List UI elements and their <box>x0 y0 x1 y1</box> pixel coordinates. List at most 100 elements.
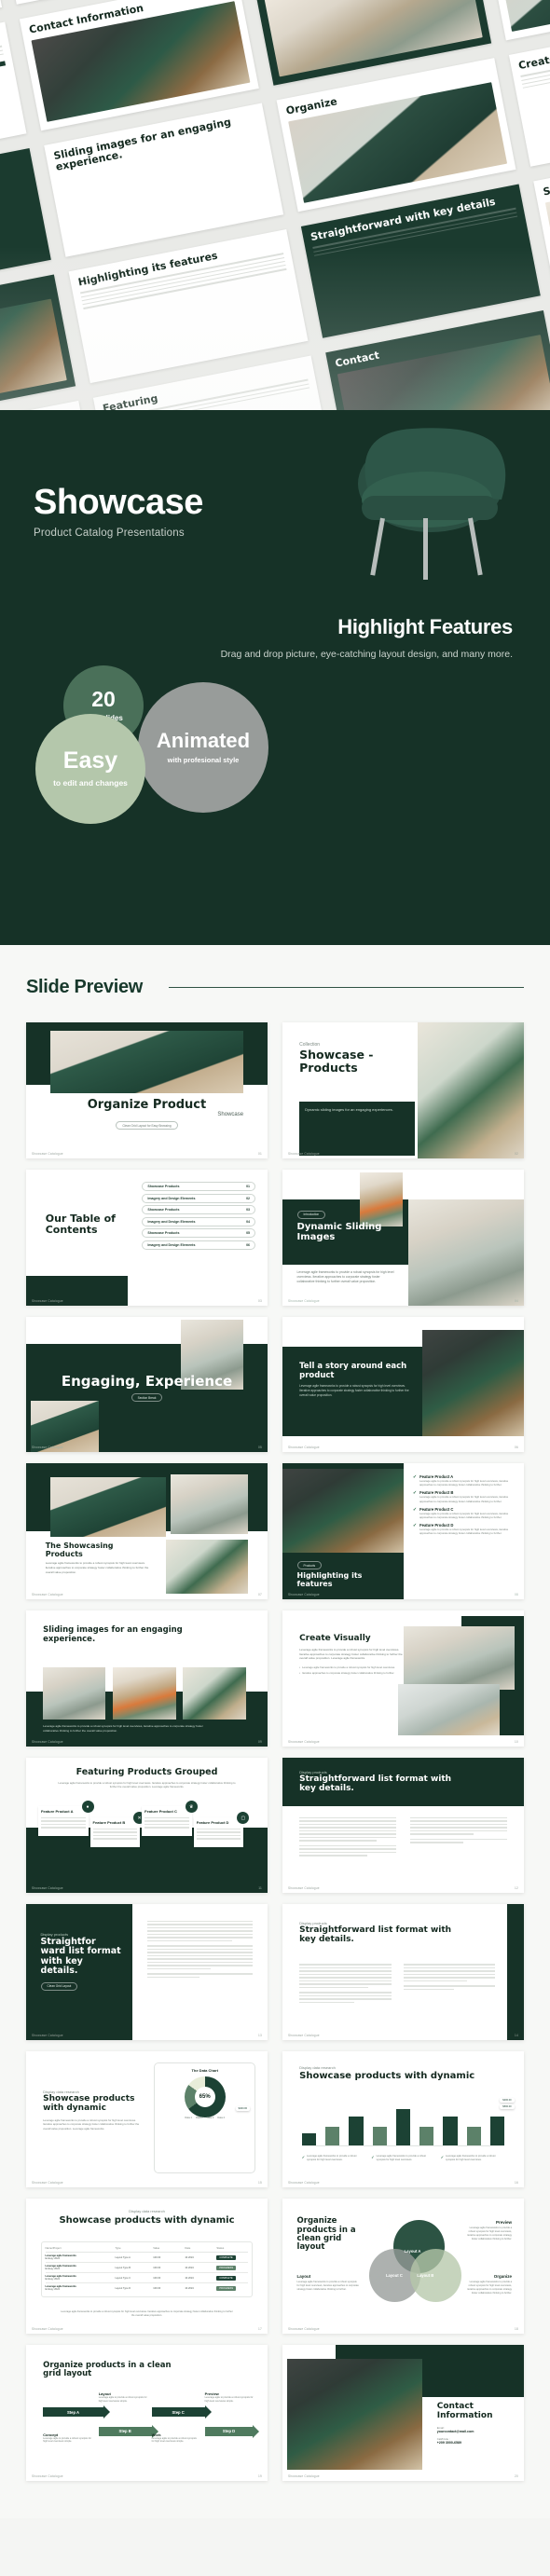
footer-brand: Showcase Catalogue <box>32 2474 63 2479</box>
slide-thumbnail[interactable]: Featuring Products Grouped Leverage agil… <box>26 1757 268 1894</box>
chart-note: Leverage agile frameworks to provide a r… <box>446 2154 496 2161</box>
slide-number: 01 <box>258 1151 262 1156</box>
check-icon: ✓ <box>371 2154 375 2159</box>
feature-body: Leverage agile to provide a robust synop… <box>419 1478 509 1487</box>
slide-thumbnail[interactable]: Tell a story around each product Leverag… <box>282 1316 524 1453</box>
slide-thumbnail[interactable]: Our Table of Contents Showcase Products 0… <box>26 1169 268 1306</box>
cell-sub: Entrepy 2024 <box>45 2278 60 2281</box>
slide-thumbnail[interactable]: Display products Straightforward list fo… <box>282 1904 524 2041</box>
footer-brand: Showcase Catalogue <box>32 1739 63 1744</box>
slide-number: 18 <box>515 2327 518 2332</box>
slide-title: Organize products in a clean grid layout <box>43 2360 172 2379</box>
cell-sub: Entrepy 2024 <box>45 2288 60 2292</box>
slide-title: Engaging, Experience <box>61 1372 233 1390</box>
step-arrow: Step D <box>204 2424 260 2438</box>
cell-type: Layout Type D <box>115 2286 131 2290</box>
slide-body: Dynamic sliding images for an engaging e… <box>305 1106 393 1112</box>
footer-brand: Showcase Catalogue <box>32 2180 63 2185</box>
check-icon: ✓ <box>412 1490 418 1497</box>
slide-thumbnail[interactable]: Collection Showcase - Products Dynamic s… <box>282 1022 524 1158</box>
slide-thumbnail[interactable]: Introduction Dynamic Sliding Images Leve… <box>282 1169 524 1306</box>
slide-eyebrow: Display products <box>299 1769 327 1774</box>
bullet-text: Leverage agile frameworks to provide a r… <box>302 1665 395 1670</box>
features-subtitle: Drag and drop picture, eye-catching layo… <box>220 649 513 660</box>
slide-thumbnail[interactable]: Organize products in a clean grid layout… <box>26 2345 268 2482</box>
slide-thumbnail[interactable]: Display data research Showcase products … <box>26 2198 268 2335</box>
feature-badges: 20 total slides Animated with profesiona… <box>0 665 550 880</box>
badge-animated: Animated with profesional style <box>138 682 268 814</box>
footer-brand: Showcase Catalogue <box>32 2327 63 2332</box>
slide-title: Dynamic Sliding Images <box>296 1221 382 1242</box>
slide-thumbnail[interactable]: Organize products in a clean grid layout… <box>282 2198 524 2335</box>
toc-number: 06 <box>246 1242 251 1247</box>
table-row[interactable]: Leverage agile frameworks Entrepy 2024 La… <box>45 2253 249 2264</box>
step-body: Leverage agile to provide a robust synop… <box>204 2395 254 2403</box>
slide-number: 06 <box>515 1446 518 1450</box>
toc-item[interactable]: Showcase Products 01 <box>142 1182 256 1192</box>
side-body: Leverage agile frameworks to provide a r… <box>296 2281 359 2292</box>
slide-thumbnail[interactable]: Display products Straightforward list fo… <box>282 1757 524 1894</box>
table-header-row: Name/Project Type Value Date Status <box>45 2246 249 2254</box>
slide-thumbnail[interactable]: Display products Straightfor ward list f… <box>26 1904 268 2041</box>
slide-body: Leverage agile frameworks to provide a r… <box>58 1780 236 1788</box>
slide-thumbnail[interactable]: Sliding images for an engaging experienc… <box>26 1610 268 1747</box>
toc-item[interactable]: Imagery and Design Elements 02 <box>142 1193 256 1203</box>
slide-eyebrow: Display products <box>40 1931 69 1937</box>
slide-title: Straightfor ward list format with key de… <box>40 1937 121 1977</box>
side-body: Leverage agile frameworks to provide a r… <box>467 2227 513 2240</box>
check-icon: ✓ <box>412 1473 418 1480</box>
slide-thumbnail[interactable]: Engaging, Experience Section Break Showc… <box>26 1316 268 1453</box>
feature-card[interactable]: ● Feature Product A <box>37 1801 94 1836</box>
toc-item[interactable]: Imagery and Design Elements 06 <box>142 1240 256 1250</box>
slide-thumbnail[interactable]: Create Visually Leverage agile framework… <box>282 1610 524 1747</box>
slide-number: 10 <box>515 1739 518 1744</box>
venn-diagram: Layout A Layout B Layout C <box>369 2220 461 2315</box>
cell-value: 100.00 <box>153 2266 161 2269</box>
chart-tooltip: $400.00 <box>500 2097 515 2103</box>
feature-card[interactable]: ▢ Feature Product D <box>193 1812 250 1847</box>
slide-title: Showcase products with dynamic <box>299 2071 475 2082</box>
slide-title: Organize products in a clean grid layout <box>296 2216 356 2253</box>
slide-number: 04 <box>515 1298 518 1303</box>
footer-brand: Showcase Catalogue <box>32 1593 63 1597</box>
slide-number: 19 <box>258 2474 262 2479</box>
divider <box>169 987 524 989</box>
toc-item[interactable]: Imagery and Design Elements 04 <box>142 1216 256 1226</box>
slide-thumbnail[interactable]: Display data research Showcase products … <box>282 2051 524 2187</box>
slide-title: Contact Information <box>436 2401 493 2420</box>
toc-item[interactable]: Showcase Products 03 <box>142 1205 256 1215</box>
slide-eyebrow: Display data research <box>299 2064 336 2070</box>
chart-note: Leverage agile frameworks to provide a r… <box>307 2154 357 2161</box>
slide-title: Organize Product <box>87 1097 207 1112</box>
toc-label: Imagery and Design Elements <box>147 1219 196 1224</box>
slide-thumbnail[interactable]: Products Highlighting its features ✓ Feat… <box>282 1463 524 1600</box>
card-label: Feature Product D <box>196 1820 229 1826</box>
feature-card[interactable]: ✕ Feature Product B <box>89 1812 146 1847</box>
table-row[interactable]: Leverage agile frameworks Entrepy 2024 La… <box>45 2263 249 2274</box>
slide-number: 15 <box>258 2180 262 2185</box>
collage-slide: The Showcasing Products <box>0 400 101 410</box>
cell-date: 10.2024 <box>185 2286 194 2290</box>
badge-value: Animated <box>156 729 251 753</box>
footer-brand: Showcase Catalogue <box>288 1739 320 1744</box>
feature-item: ✓ Feature Product A Leverage agile to prov… <box>413 1474 515 1487</box>
slide-body: Leverage agile frameworks to provide a r… <box>299 1648 403 1661</box>
donut-center-value: 65% <box>194 2086 215 2107</box>
slide-thumbnail[interactable]: The Showcasing Products Leverage agile f… <box>26 1463 268 1600</box>
feature-card[interactable]: ♛ Feature Product C <box>142 1801 198 1836</box>
slide-thumbnail[interactable]: Organize Product Showcase Clean Grid Lay… <box>26 1022 268 1158</box>
venn-label: Layout C <box>385 2273 403 2279</box>
footer-brand: Showcase Catalogue <box>288 2180 320 2185</box>
slide-number: 07 <box>258 1593 262 1597</box>
toc-item[interactable]: Showcase Products 05 <box>142 1228 256 1239</box>
table-row[interactable]: Leverage agile frameworks Entrepy 2024 La… <box>45 2273 249 2284</box>
trophy-icon: ♛ <box>185 1801 198 1814</box>
check-icon: ✓ <box>412 1506 418 1513</box>
section-title: Slide Preview <box>26 977 144 998</box>
step-arrow: Step A <box>43 2405 110 2419</box>
slide-thumbnail[interactable]: Display data research Showcase products … <box>26 2051 268 2187</box>
table-row[interactable]: Leverage agile frameworks Entrepy 2024 La… <box>46 2283 249 2293</box>
slide-eyebrow: Products <box>296 1561 323 1570</box>
slide-thumbnail[interactable]: Contact Information Email: yourcontact@m… <box>282 2345 524 2482</box>
slide-title: The Showcasing Products <box>45 1541 114 1558</box>
